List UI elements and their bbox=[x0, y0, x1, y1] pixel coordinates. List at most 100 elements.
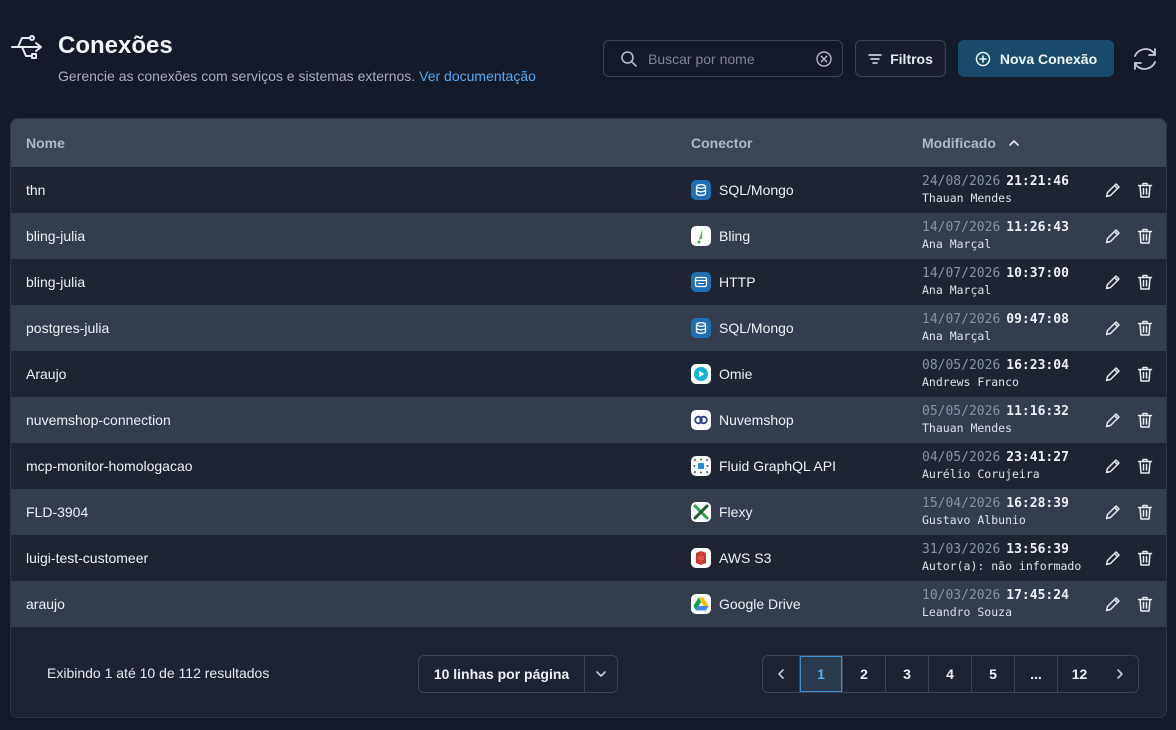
connection-name: bling-julia bbox=[26, 274, 86, 290]
table-row[interactable]: FLD-3904 Flexy 15/04/2026 16:28:39 Gustavo A… bbox=[11, 489, 1166, 535]
previous-page-button[interactable] bbox=[763, 656, 800, 692]
chevron-down-icon bbox=[596, 671, 606, 677]
modified-cell: 14/07/2026 09:47:08 Ana Marçal bbox=[922, 312, 1069, 343]
modified-cell: 24/08/2026 21:21:46 Thauan Mendes bbox=[922, 174, 1069, 205]
page-number-list: 1 2 3 4 5... 12 bbox=[800, 656, 1101, 692]
plus-circle-icon bbox=[975, 51, 991, 66]
next-page-button[interactable] bbox=[1101, 656, 1138, 692]
connector-cell: AWS S3 bbox=[691, 547, 771, 569]
connector-cell: Bling bbox=[691, 225, 750, 247]
table-row[interactable]: thn SQL/Mongo 24/08/2026 21:21:46 Thauan Men… bbox=[11, 167, 1166, 213]
modified-time: 16:28:39 bbox=[1006, 496, 1069, 511]
pagination-ellipsis: ... bbox=[1015, 656, 1058, 692]
connector-cell: Omie bbox=[691, 363, 752, 385]
edit-pencil-icon[interactable] bbox=[1103, 410, 1123, 430]
table-row[interactable]: bling-julia HTTP 14/07/2026 10:37:00 Ana Mar… bbox=[11, 259, 1166, 305]
connector-cell: Flexy bbox=[691, 501, 752, 523]
delete-trash-icon[interactable] bbox=[1135, 594, 1155, 614]
edit-pencil-icon[interactable] bbox=[1103, 456, 1123, 476]
rows-per-page-select[interactable]: 10 linhas por página bbox=[418, 655, 618, 693]
connection-name: thn bbox=[26, 182, 46, 198]
connector-name: Flexy bbox=[719, 504, 753, 520]
delete-trash-icon[interactable] bbox=[1135, 318, 1155, 338]
modified-by: Thauan Mendes bbox=[922, 191, 1013, 205]
delete-trash-icon[interactable] bbox=[1135, 272, 1155, 292]
table-row[interactable]: bling-julia Bling 14/07/2026 11:26:43 Ana Ma… bbox=[11, 213, 1166, 259]
modified-time: 09:47:08 bbox=[1006, 312, 1069, 327]
edit-pencil-icon[interactable] bbox=[1103, 502, 1123, 522]
connector-name: Google Drive bbox=[719, 596, 801, 612]
sort-ascending-icon[interactable] bbox=[1008, 137, 1020, 149]
connection-name: Araujo bbox=[26, 366, 67, 382]
connector-name: SQL/Mongo bbox=[719, 182, 794, 198]
delete-trash-icon[interactable] bbox=[1135, 548, 1155, 568]
table-row[interactable]: Araujo Omie 08/05/2026 16:23:04 Andrews Fran… bbox=[11, 351, 1166, 397]
modified-date: 14/07/2026 bbox=[922, 220, 1001, 235]
connector-name: AWS S3 bbox=[719, 550, 772, 566]
search-input[interactable] bbox=[648, 41, 808, 76]
clear-search-icon[interactable] bbox=[815, 50, 833, 68]
edit-pencil-icon[interactable] bbox=[1103, 548, 1123, 568]
page-button-3[interactable]: 3 bbox=[886, 656, 929, 692]
page-button-4[interactable]: 4 bbox=[929, 656, 972, 692]
delete-trash-icon[interactable] bbox=[1135, 410, 1155, 430]
edit-pencil-icon[interactable] bbox=[1103, 364, 1123, 384]
connector-cell: SQL/Mongo bbox=[691, 179, 794, 201]
table-row[interactable]: postgres-julia SQL/Mongo 14/07/2026 09:47:0… bbox=[11, 305, 1166, 351]
chevron-right-icon bbox=[1116, 669, 1123, 679]
edit-pencil-icon[interactable] bbox=[1103, 318, 1123, 338]
modified-cell: 10/03/2026 17:45:24 Leandro Souza bbox=[922, 588, 1069, 619]
filters-button[interactable]: Filtros bbox=[855, 40, 946, 77]
page-button-1[interactable]: 1 bbox=[800, 656, 843, 692]
connector-cell: Nuvemshop bbox=[691, 409, 794, 431]
modified-time: 11:16:32 bbox=[1006, 404, 1069, 419]
results-info: Exibindo 1 até 10 de 112 resultados bbox=[47, 665, 270, 681]
column-header-modified[interactable]: Modificado bbox=[922, 119, 1020, 167]
modified-cell: 31/03/2026 13:56:39 Autor(a): não informad… bbox=[922, 542, 1081, 573]
modified-date: 08/05/2026 bbox=[922, 358, 1001, 373]
new-connection-button[interactable]: Nova Conexão bbox=[958, 40, 1114, 77]
table-row[interactable]: araujo Google Drive 10/03/2026 17:45:24 Lean… bbox=[11, 581, 1166, 627]
modified-time: 10:37:00 bbox=[1006, 266, 1069, 281]
edit-pencil-icon[interactable] bbox=[1103, 272, 1123, 292]
table-row[interactable]: mcp-monitor-homologacao Fluid GraphQL API… bbox=[11, 443, 1166, 489]
delete-trash-icon[interactable] bbox=[1135, 180, 1155, 200]
table-row[interactable]: nuvemshop-connection Nuvemshop 05/05/2026 1… bbox=[11, 397, 1166, 443]
modified-by: Gustavo Albunio bbox=[922, 513, 1026, 527]
modified-date: 05/05/2026 bbox=[922, 404, 1001, 419]
connector-name: HTTP bbox=[719, 274, 756, 290]
omie-icon bbox=[691, 364, 711, 384]
delete-trash-icon[interactable] bbox=[1135, 502, 1155, 522]
modified-by: Aurélio Corujeira bbox=[922, 467, 1040, 481]
column-header-name[interactable]: Nome bbox=[26, 119, 65, 167]
edit-pencil-icon[interactable] bbox=[1103, 226, 1123, 246]
modified-cell: 08/05/2026 16:23:04 Andrews Franco bbox=[922, 358, 1069, 389]
documentation-link[interactable]: Ver documentação bbox=[419, 68, 536, 84]
connection-name: nuvemshop-connection bbox=[26, 412, 171, 428]
connector-name: Fluid GraphQL API bbox=[719, 458, 836, 474]
modified-date: 14/07/2026 bbox=[922, 266, 1001, 281]
rows-per-page-toggle[interactable] bbox=[585, 656, 617, 692]
column-header-connector[interactable]: Conector bbox=[691, 119, 752, 167]
connector-name: Nuvemshop bbox=[719, 412, 794, 428]
delete-trash-icon[interactable] bbox=[1135, 226, 1155, 246]
connection-name: postgres-julia bbox=[26, 320, 110, 336]
graphql-icon bbox=[691, 456, 711, 476]
table-row[interactable]: luigi-test-customeer AWS S3 31/03/2026 13:5… bbox=[11, 535, 1166, 581]
modified-cell: 04/05/2026 23:41:27 Aurélio Corujeira bbox=[922, 450, 1069, 481]
modified-date: 14/07/2026 bbox=[922, 312, 1001, 327]
page-button-5[interactable]: 5 bbox=[972, 656, 1015, 692]
http-icon bbox=[691, 272, 711, 292]
modified-cell: 15/04/2026 16:28:39 Gustavo Albunio bbox=[922, 496, 1069, 527]
modified-by: Ana Marçal bbox=[922, 283, 992, 297]
edit-pencil-icon[interactable] bbox=[1103, 594, 1123, 614]
modified-by: Andrews Franco bbox=[922, 375, 1019, 389]
edit-pencil-icon[interactable] bbox=[1103, 180, 1123, 200]
delete-trash-icon[interactable] bbox=[1135, 364, 1155, 384]
delete-trash-icon[interactable] bbox=[1135, 456, 1155, 476]
page-button-12[interactable]: 12 bbox=[1058, 656, 1101, 692]
refresh-icon[interactable] bbox=[1130, 44, 1160, 74]
modified-date: 10/03/2026 bbox=[922, 588, 1001, 603]
page-button-2[interactable]: 2 bbox=[843, 656, 886, 692]
nuvemshop-icon bbox=[691, 410, 711, 430]
